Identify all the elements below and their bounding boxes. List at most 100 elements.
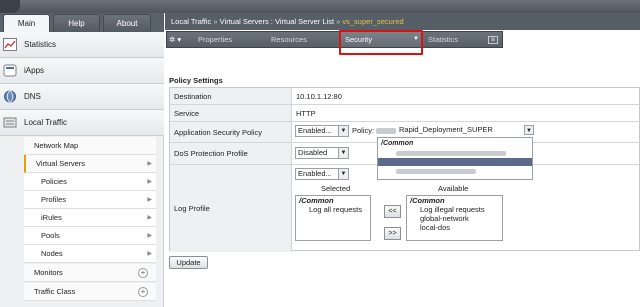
select-value: Enabled...: [298, 126, 332, 135]
chevron-down-icon: ▼: [524, 125, 534, 135]
chevron-right-icon: ▶: [147, 179, 152, 185]
move-left-button[interactable]: <<: [384, 205, 401, 218]
nav-section-local-traffic[interactable]: Local Traffic: [0, 110, 164, 136]
row-label: Log Profile: [170, 165, 292, 252]
chevron-down-icon: ▼: [338, 169, 348, 179]
add-icon[interactable]: +: [138, 287, 148, 297]
available-label: Available: [438, 184, 469, 193]
security-tab-highlight: [339, 30, 423, 55]
breadcrumb-separator: »: [213, 17, 218, 26]
nav-item-pools[interactable]: Pools ▶: [24, 227, 156, 245]
chevron-right-icon: ▶: [147, 233, 152, 239]
nav-item-policies[interactable]: Policies ▶: [24, 173, 156, 191]
external-link-icon[interactable]: ⊠: [488, 36, 498, 44]
nav-section-statistics[interactable]: Statistics: [0, 32, 164, 58]
redacted-text: [376, 128, 396, 134]
gear-icon[interactable]: ✲ ▾: [169, 32, 191, 47]
dropdown-group-header: /Common: [381, 140, 414, 147]
row-label: DoS Protection Profile: [170, 143, 292, 164]
nav-section-iapps[interactable]: iApps: [0, 58, 164, 84]
nav-section-label: DNS: [24, 92, 41, 101]
selected-label: Selected: [321, 184, 351, 193]
left-navigation: Main Help About Statistics iApps DNS Loc…: [0, 13, 164, 307]
section-title: Policy Settings: [169, 76, 223, 85]
nav-section-label: Local Traffic: [24, 118, 67, 127]
dos-state-select[interactable]: Disabled ▼: [295, 147, 349, 159]
select-value: Disabled: [298, 148, 328, 157]
redacted-text: [396, 169, 476, 174]
tab-properties[interactable]: Properties: [198, 32, 232, 47]
nav-section-label: iApps: [24, 66, 45, 75]
breadcrumb-separator: »: [336, 17, 341, 26]
dropdown-option[interactable]: [378, 149, 532, 157]
f5-logo: [0, 0, 20, 13]
log-state-select[interactable]: Enabled... ▼: [295, 168, 349, 180]
nav-item-virtual-servers[interactable]: Virtual Servers ▶: [24, 155, 156, 173]
nav-item-label: Monitors: [34, 268, 63, 277]
policy-label: Policy:: [352, 126, 375, 135]
row-label: Service: [170, 105, 292, 121]
move-right-button[interactable]: >>: [384, 227, 401, 240]
nav-item-label: Traffic Class: [34, 287, 76, 296]
list-group-header: /Common: [410, 196, 445, 205]
dropdown-option-highlighted[interactable]: [378, 158, 532, 166]
selected-log-profiles-list[interactable]: /Common Log all requests: [295, 195, 371, 241]
redacted-text: [396, 151, 506, 156]
nav-item-label: iRules: [41, 213, 62, 222]
row-label: Destination: [170, 88, 292, 104]
nav-item-label: Virtual Servers: [36, 159, 86, 168]
nav-item-nodes[interactable]: Nodes ▶: [24, 245, 156, 263]
nav-item-network-map[interactable]: Network Map: [24, 137, 156, 155]
nav-item-profiles[interactable]: Profiles ▶: [24, 191, 156, 209]
row-label: Application Security Policy: [170, 122, 292, 142]
row-destination: Destination 10.10.1.12:80: [170, 88, 640, 105]
service-value: HTTP: [296, 109, 316, 118]
row-service: Service HTTP: [170, 105, 640, 122]
list-item[interactable]: Log all requests: [296, 205, 370, 214]
tab-main[interactable]: Main: [3, 14, 50, 32]
list-item[interactable]: local-dos: [407, 223, 502, 232]
nav-item-label: Profiles: [41, 195, 67, 204]
top-banner: [0, 0, 640, 13]
chevron-right-icon: ▶: [147, 161, 152, 167]
nav-item-irules[interactable]: iRules ▶: [24, 209, 156, 227]
nav-item-label: Nodes: [41, 249, 63, 258]
select-value: Enabled...: [298, 169, 332, 178]
nav-item-traffic-class[interactable]: Traffic Class +: [24, 283, 156, 301]
dns-icon: [4, 90, 16, 103]
object-tab-bar: ✲ ▾ Properties Resources Security ▼ Stat…: [166, 31, 503, 48]
chevron-right-icon: ▶: [147, 197, 152, 203]
breadcrumb: Local Traffic » Virtual Servers : Virtua…: [165, 13, 640, 30]
nav-item-label: Policies: [41, 177, 67, 186]
chevron-down-icon: ▼: [338, 126, 348, 136]
nav-item-label: Pools: [41, 231, 60, 240]
statistics-icon: [3, 38, 17, 51]
nav-tabs: Main Help About: [0, 13, 164, 32]
nav-item-monitors[interactable]: Monitors +: [24, 264, 156, 282]
tab-help[interactable]: Help: [53, 14, 100, 32]
asp-policy-select[interactable]: Rapid_Deployment_SUPER ▼: [397, 125, 534, 137]
tab-statistics[interactable]: Statistics: [428, 32, 458, 47]
list-item[interactable]: global-network: [407, 214, 502, 223]
add-icon[interactable]: +: [138, 268, 148, 278]
policy-dropdown-list[interactable]: /Common: [377, 137, 533, 180]
iapps-icon: [3, 64, 17, 77]
breadcrumb-root[interactable]: Local Traffic: [171, 17, 211, 26]
chevron-down-icon: ▼: [338, 148, 348, 158]
nav-section-dns[interactable]: DNS: [0, 84, 164, 110]
tab-resources[interactable]: Resources: [271, 32, 307, 47]
dropdown-option[interactable]: [378, 167, 532, 175]
list-group-header: /Common: [299, 196, 334, 205]
update-button[interactable]: Update: [169, 256, 208, 269]
breadcrumb-middle[interactable]: Virtual Servers : Virtual Server List: [220, 17, 334, 26]
list-item[interactable]: Log illegal requests: [407, 205, 502, 214]
available-log-profiles-list[interactable]: /Common Log illegal requests global-netw…: [406, 195, 503, 241]
local-traffic-icon: [3, 117, 17, 128]
chevron-right-icon: ▶: [147, 215, 152, 221]
asp-state-select[interactable]: Enabled... ▼: [295, 125, 349, 137]
destination-value: 10.10.1.12:80: [296, 92, 342, 101]
chevron-right-icon: ▶: [147, 251, 152, 257]
nav-section-label: Statistics: [24, 40, 57, 49]
select-value: Rapid_Deployment_SUPER: [399, 125, 493, 134]
tab-about[interactable]: About: [103, 14, 151, 32]
